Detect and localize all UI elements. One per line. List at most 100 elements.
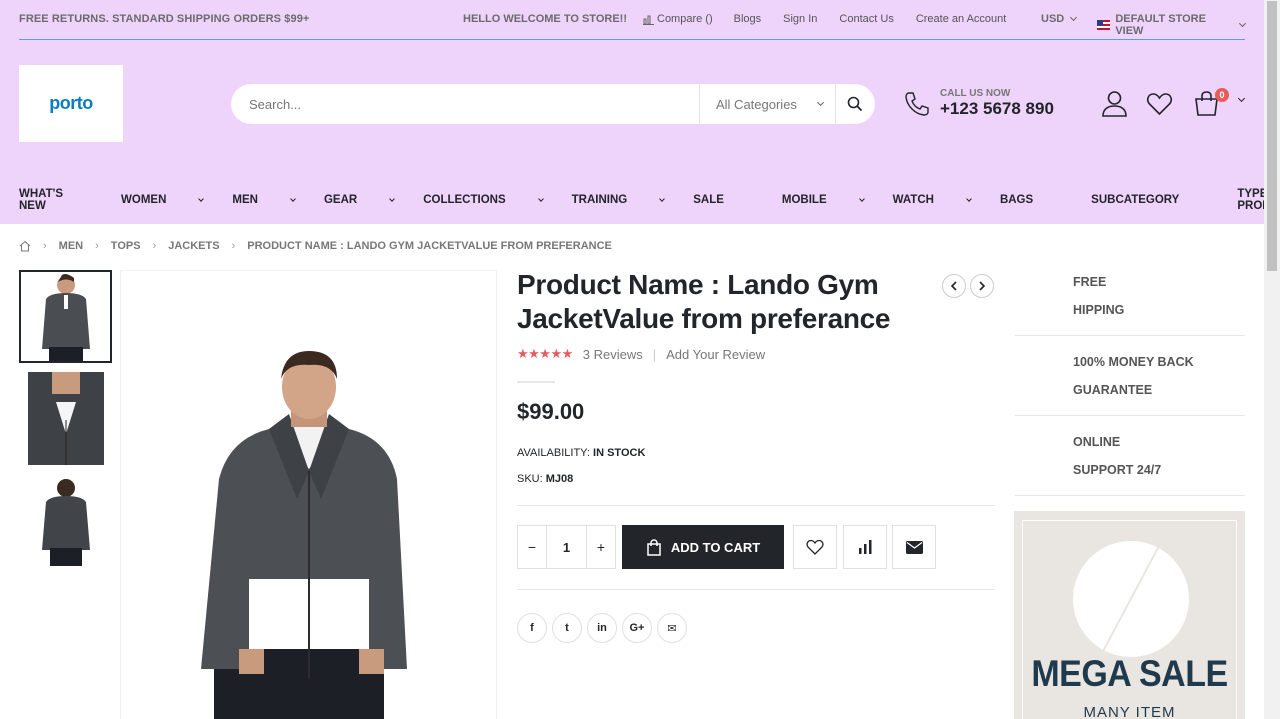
nav-label: COLLECTIONS xyxy=(423,194,506,206)
title-divider xyxy=(517,381,555,383)
store-view-label: DEFAULT STORE VIEW xyxy=(1115,13,1206,37)
availability: AVAILABILITY: IN STOCK xyxy=(517,447,645,459)
breadcrumb-current: PRODUCT NAME : LANDO GYM JACKETVALUE FRO… xyxy=(247,240,612,252)
thumbnail-front[interactable] xyxy=(19,270,112,363)
compare-icon xyxy=(643,15,654,25)
sign-in-link[interactable]: Sign In xyxy=(783,13,817,25)
prev-product-button[interactable] xyxy=(942,274,966,298)
currency-switcher[interactable]: USD xyxy=(1041,13,1078,25)
top-links: Compare () Blogs Sign In Contact Us Crea… xyxy=(643,13,1006,25)
add-to-cart-button[interactable]: ADD TO CART xyxy=(622,525,784,569)
google-plus-share-button[interactable]: G+ xyxy=(622,613,652,643)
rating-stars: ★★★★★ xyxy=(517,346,573,361)
nav-item-sale[interactable]: SALE xyxy=(693,188,753,212)
page-scrollbar[interactable] xyxy=(1264,0,1280,719)
product-rating: ★★★★★ 3 Reviews | Add Your Review xyxy=(517,346,765,362)
breadcrumb-jackets[interactable]: JACKETS xyxy=(168,240,219,252)
nav-label: SALE xyxy=(693,194,724,206)
add-to-wishlist-button[interactable] xyxy=(793,525,837,569)
social-share: f t in G+ ✉ xyxy=(517,613,687,643)
promo-banner[interactable]: MEGA SALE MANY ITEM xyxy=(1014,511,1245,719)
qty-minus-button[interactable]: − xyxy=(518,526,546,568)
feature-line: GUARANTEE xyxy=(1073,382,1153,397)
nav-item-women[interactable]: WOMEN xyxy=(121,188,205,212)
reviews-link[interactable]: 3 Reviews xyxy=(583,347,643,362)
nav-label: BAGS xyxy=(999,194,1034,206)
main-product-image[interactable] xyxy=(120,270,497,719)
nav-item-training[interactable]: TRAINING xyxy=(572,188,666,212)
call-number[interactable]: +123 5678 890 xyxy=(940,99,1054,119)
home-icon[interactable] xyxy=(19,240,31,252)
email-friend-button[interactable] xyxy=(892,525,936,569)
nav-label: MOBILE xyxy=(781,194,827,206)
nav-item-watch[interactable]: WATCH xyxy=(893,188,972,212)
wishlist-icon[interactable] xyxy=(1146,90,1173,117)
category-select[interactable]: All Categories xyxy=(700,84,836,124)
feature-money-back: 100% MONEY BACK GUARANTEE xyxy=(1015,336,1245,416)
qty-input[interactable]: 1 xyxy=(546,526,587,568)
nav-item-bags[interactable]: BAGS xyxy=(1000,188,1062,212)
thumbnail-detail[interactable] xyxy=(19,372,112,465)
currency-label: USD xyxy=(1041,13,1065,25)
account-icon[interactable] xyxy=(1101,90,1128,117)
nav-item-subcategory[interactable]: SUBCATEGORY xyxy=(1091,188,1208,212)
store-switcher[interactable]: DEFAULT STORE VIEW xyxy=(1097,13,1247,37)
feature-line: SUPPORT 24/7 xyxy=(1073,462,1162,477)
cart-chevron-down-icon[interactable] xyxy=(1237,94,1246,103)
chevron-down-icon xyxy=(858,195,865,202)
add-review-link[interactable]: Add Your Review xyxy=(666,347,765,362)
search-button[interactable] xyxy=(836,84,874,124)
search-input[interactable] xyxy=(231,84,700,124)
main-nav: WHAT'S NEW WOMEN MEN GEAR COLLECTIONS TR… xyxy=(19,188,1280,212)
chevron-down-icon xyxy=(290,195,296,202)
chevron-left-icon xyxy=(950,281,957,291)
breadcrumb-separator: › xyxy=(231,240,236,252)
chevron-down-icon xyxy=(816,98,825,107)
breadcrumb-men[interactable]: MEN xyxy=(59,240,83,252)
breadcrumb-separator: › xyxy=(95,240,99,252)
next-product-button[interactable] xyxy=(970,274,994,298)
nav-item-whats-new[interactable]: WHAT'S NEW xyxy=(19,188,92,212)
chevron-down-icon xyxy=(659,195,666,202)
site-logo[interactable]: porto xyxy=(19,65,123,142)
envelope-icon xyxy=(905,540,923,554)
quantity-stepper: − 1 + xyxy=(517,525,616,569)
qty-plus-button[interactable]: + xyxy=(587,526,615,568)
sku-label: SKU: xyxy=(517,473,543,485)
email-share-button[interactable]: ✉ xyxy=(657,613,687,643)
compare-link[interactable]: Compare () xyxy=(643,13,713,25)
add-to-cart-label: ADD TO CART xyxy=(670,539,761,555)
thumbnail-gallery xyxy=(19,270,112,576)
banner-subline: MANY ITEM xyxy=(1083,704,1176,719)
breadcrumb: › MEN › TOPS › JACKETS › PRODUCT NAME : … xyxy=(19,240,612,252)
breadcrumb-tops[interactable]: TOPS xyxy=(111,240,141,252)
add-to-compare-button[interactable] xyxy=(843,525,887,569)
phone-icon xyxy=(905,91,929,116)
linkedin-share-button[interactable]: in xyxy=(587,613,617,643)
create-account-link[interactable]: Create an Account xyxy=(916,13,1007,25)
nav-label: GEAR xyxy=(323,194,358,206)
chevron-down-icon xyxy=(1070,13,1078,22)
heart-icon xyxy=(806,539,824,555)
breadcrumb-separator: › xyxy=(43,240,47,252)
contact-us-link[interactable]: Contact Us xyxy=(839,13,893,25)
search-icon xyxy=(847,96,863,112)
nav-item-collections[interactable]: COLLECTIONS xyxy=(423,188,544,212)
scrollbar-thumb[interactable] xyxy=(1267,1,1277,271)
feature-support: ONLINE SUPPORT 24/7 xyxy=(1015,416,1245,496)
rating-divider: | xyxy=(652,346,657,362)
feature-list: FREE HIPPING 100% MONEY BACK GUARANTEE ONL… xyxy=(1015,256,1245,496)
twitter-share-button[interactable]: t xyxy=(552,613,582,643)
cart-count-badge: 0 xyxy=(1215,88,1229,102)
nav-item-men[interactable]: MEN xyxy=(232,188,296,212)
category-label: All Categories xyxy=(716,96,797,112)
bar-chart-icon xyxy=(859,540,872,554)
thumbnail-back[interactable] xyxy=(19,474,112,567)
nav-item-gear[interactable]: GEAR xyxy=(323,188,396,212)
feature-line: ONLINE xyxy=(1073,434,1121,449)
facebook-share-button[interactable]: f xyxy=(517,613,547,643)
nav-item-mobile[interactable]: MOBILE xyxy=(781,188,865,212)
nav-label: WHAT'S NEW xyxy=(19,188,64,212)
jacket-detail-image xyxy=(27,372,104,465)
blogs-link[interactable]: Blogs xyxy=(734,13,762,25)
